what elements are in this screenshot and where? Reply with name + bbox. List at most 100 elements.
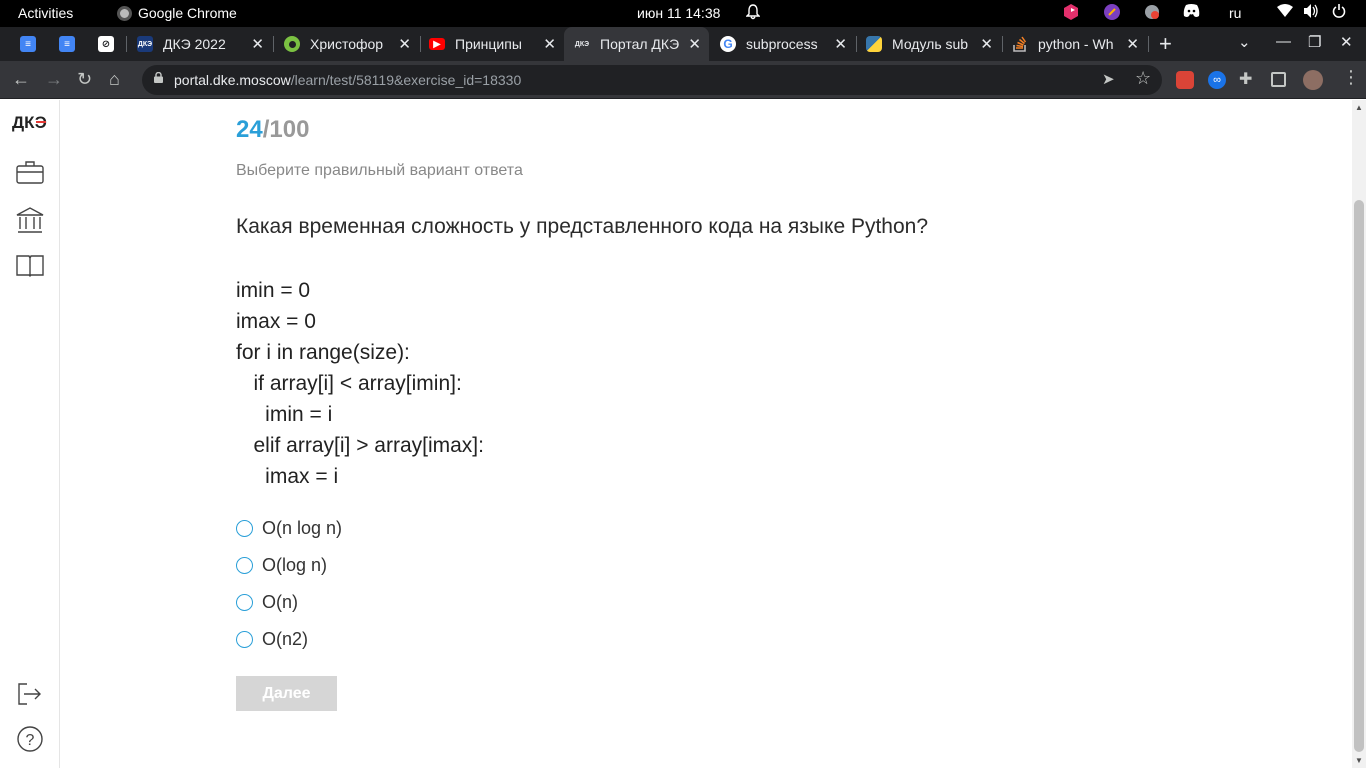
radio-button[interactable] [236, 594, 253, 611]
link-icon: ⊘ [98, 36, 114, 52]
answer-option[interactable]: O(n log n) [236, 510, 342, 547]
close-tab-icon[interactable]: ✕ [543, 35, 556, 53]
reload-icon[interactable]: ↻ [77, 69, 92, 90]
tray-feather-icon[interactable] [1104, 4, 1120, 23]
browser-toolbar: ← → ↻ ⌂ portal.dke.moscow/learn/test/581… [0, 61, 1366, 99]
radio-button[interactable] [236, 631, 253, 648]
profile-avatar[interactable] [1303, 70, 1323, 90]
tab-search-icon[interactable]: ⌄ [1238, 33, 1251, 51]
dke-portal-icon: ДКЭ [574, 40, 590, 48]
close-tab-icon[interactable]: ✕ [980, 35, 993, 53]
dke-icon: ДКЭ [137, 36, 153, 52]
stackoverflow-icon [1012, 36, 1028, 52]
close-tab-icon[interactable]: ✕ [398, 35, 411, 53]
python-icon [866, 36, 882, 52]
pinned-tab-docs-2[interactable]: ≡ [49, 27, 85, 61]
address-bar[interactable]: portal.dke.moscow/learn/test/58119&exerc… [142, 65, 1162, 95]
clock[interactable]: июн 11 14:38 [637, 5, 720, 21]
code-line: imax = 0 [236, 310, 316, 333]
tray-app-icon[interactable] [1064, 4, 1078, 23]
answer-label[interactable]: O(n log n) [262, 518, 342, 539]
close-window-icon[interactable]: ✕ [1340, 33, 1353, 51]
discord-icon[interactable] [1183, 4, 1200, 21]
send-to-devices-icon[interactable]: ➤ [1102, 70, 1115, 88]
book-icon[interactable] [14, 251, 46, 279]
activities-button[interactable]: Activities [18, 5, 73, 21]
code-line: imax = i [236, 465, 339, 488]
lock-icon [154, 72, 163, 83]
answer-label[interactable]: O(n2) [262, 629, 308, 650]
tab-portal-dke[interactable]: ДКЭ Портал ДКЭ ✕ [564, 27, 709, 61]
chrome-icon [117, 5, 132, 21]
bookmark-star-icon[interactable]: ☆ [1135, 68, 1151, 89]
total-questions: /100 [262, 116, 310, 143]
scroll-up-arrow-icon[interactable]: ▲ [1355, 103, 1363, 112]
tab-hristofor[interactable]: Христофор ✕ [274, 27, 419, 61]
answer-option[interactable]: O(n) [236, 584, 342, 621]
docs-icon: ≡ [20, 36, 36, 52]
web-page: ДКЭ ? 24/100 Выберите правильный вариант… [0, 100, 1366, 768]
docs-icon: ≡ [59, 36, 75, 52]
app-name: Google Chrome [138, 5, 237, 21]
next-button[interactable]: Далее [236, 676, 337, 711]
tray-chrome-remote-icon[interactable] [1144, 4, 1160, 23]
home-icon[interactable]: ⌂ [109, 69, 120, 90]
close-tab-icon[interactable]: ✕ [834, 35, 847, 53]
close-tab-icon[interactable]: ✕ [1126, 35, 1139, 53]
keyboard-layout[interactable]: ru [1229, 5, 1241, 21]
scrollbar-thumb[interactable] [1354, 200, 1364, 752]
svg-text:?: ? [26, 732, 35, 749]
maximize-window-icon[interactable]: ❐ [1308, 33, 1321, 51]
wifi-icon[interactable] [1277, 4, 1293, 21]
infinity-extension-icon[interactable]: ∞ [1208, 71, 1226, 89]
volume-icon[interactable] [1304, 4, 1319, 21]
new-tab-button[interactable]: + [1159, 31, 1172, 57]
circle-icon [284, 36, 300, 52]
app-menu[interactable]: Google Chrome [117, 5, 237, 21]
close-tab-icon[interactable]: ✕ [251, 35, 264, 53]
code-line: imin = i [236, 403, 333, 426]
side-panel-icon[interactable] [1271, 72, 1286, 87]
close-tab-icon[interactable]: ✕ [688, 35, 701, 53]
briefcase-icon[interactable] [14, 158, 46, 186]
forward-arrow-icon[interactable]: → [45, 69, 63, 90]
current-question-number: 24 [236, 116, 263, 143]
code-block: imin = 0 imax = 0 for i in range(size): … [236, 275, 484, 492]
question-text: Какая временная сложность у представленн… [236, 215, 929, 238]
code-line: if array[i] < array[imin]: [236, 372, 462, 395]
tab-dke-2022[interactable]: ДКЭ ДКЭ 2022 ✕ [127, 27, 272, 61]
power-icon[interactable] [1332, 4, 1346, 21]
code-line: for i in range(size): [236, 341, 410, 364]
dke-logo[interactable]: ДКЭ [10, 110, 50, 141]
minimize-window-icon[interactable]: — [1276, 33, 1291, 50]
radio-button[interactable] [236, 557, 253, 574]
tab-principles[interactable]: ▶ Принципы ✕ [419, 27, 564, 61]
code-line: imin = 0 [236, 279, 311, 302]
logout-icon[interactable] [14, 680, 46, 708]
instruction-text: Выберите правильный вариант ответа [236, 162, 523, 179]
google-icon: G [720, 36, 736, 52]
tab-subprocess[interactable]: G subprocess ✕ [710, 27, 855, 61]
mail-extension-icon[interactable] [1176, 71, 1194, 89]
tab-python-wh[interactable]: python - Wh ✕ [1002, 27, 1147, 61]
page-scrollbar[interactable]: ▲ ▼ [1352, 100, 1366, 768]
left-sidebar: ДКЭ ? [0, 100, 60, 768]
url-host: portal.dke.moscow [174, 72, 291, 88]
radio-button[interactable] [236, 520, 253, 537]
scroll-down-arrow-icon[interactable]: ▼ [1355, 756, 1363, 765]
answer-option[interactable]: O(log n) [236, 547, 342, 584]
chrome-menu-icon[interactable]: ⋮ [1342, 67, 1360, 88]
answer-label[interactable]: O(log n) [262, 555, 327, 576]
help-icon[interactable]: ? [14, 725, 46, 753]
extensions-puzzle-icon[interactable]: ✚ [1239, 69, 1257, 88]
pinned-tab-docs-1[interactable]: ≡ [10, 27, 46, 61]
code-line: elif array[i] > array[imax]: [236, 434, 484, 457]
pinned-tab-link[interactable]: ⊘ [88, 27, 124, 61]
youtube-icon: ▶ [429, 38, 445, 50]
answer-option[interactable]: O(n2) [236, 621, 342, 658]
tab-module-sub[interactable]: Модуль sub ✕ [856, 27, 1001, 61]
answer-label[interactable]: O(n) [262, 592, 298, 613]
institution-icon[interactable] [14, 206, 46, 234]
back-arrow-icon[interactable]: ← [12, 69, 30, 90]
question-counter: 24/100 [236, 116, 309, 144]
